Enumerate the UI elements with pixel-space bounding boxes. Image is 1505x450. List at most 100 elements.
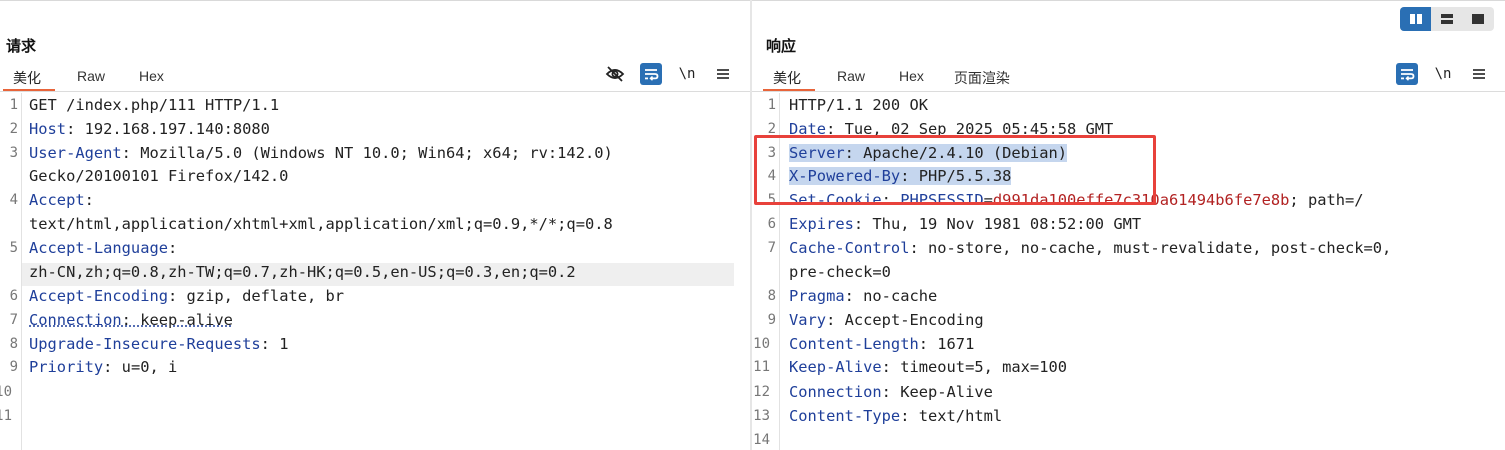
header-name: Content-Length [789, 335, 919, 353]
header-name: Accept-Encoding [29, 287, 168, 305]
header-line: Vary: Accept-Encoding [789, 309, 984, 332]
newline-toggle-icon[interactable]: \n [1432, 63, 1454, 85]
header-name: User-Agent [29, 144, 122, 162]
line-number: 3 [9, 145, 18, 161]
line-number: 8 [9, 336, 18, 352]
header-value: : 1671 [918, 335, 975, 353]
header-name: Upgrade-Insecure-Requests [29, 335, 261, 353]
line-number: 6 [9, 288, 18, 304]
header-line: Upgrade-Insecure-Requests: 1 [29, 333, 288, 356]
request-pane: 请求 美化 Raw Hex \n 1 2 3 4 5 6 7 8 9 10 11… [0, 0, 750, 450]
line-number: 5 [9, 240, 18, 256]
header-line: Host: 192.168.197.140:8080 [29, 118, 270, 141]
line-number: 7 [767, 240, 776, 256]
tab-underline [752, 91, 1505, 92]
header-line: Expires: Thu, 19 Nov 1981 08:52:00 GMT [789, 213, 1141, 236]
request-tabs: 美化 Raw Hex [3, 62, 198, 92]
newline-toggle-icon[interactable]: \n [676, 63, 698, 85]
response-editor[interactable]: 1 2 3 4 5 6 7 8 9 10 11 12 13 14 HTTP/1.… [752, 93, 1505, 450]
header-value: : gzip, deflate, br [168, 287, 345, 305]
request-toolbar: \n [590, 63, 734, 85]
request-title: 请求 [6, 38, 37, 55]
line-number: 13 [753, 408, 770, 424]
status-line: HTTP/1.1 200 OK [789, 96, 928, 114]
header-name: Keep-Alive [789, 358, 882, 376]
header-value-continuation: pre-check=0 [789, 263, 891, 281]
header-name: Cache-Control [789, 239, 910, 257]
header-line: Cache-Control: no-store, no-cache, must-… [789, 237, 1391, 260]
header-name: Accept [29, 191, 85, 209]
header-name: Vary [789, 311, 827, 329]
word-wrap-icon[interactable] [1396, 63, 1418, 85]
header-line: Pragma: no-cache [789, 285, 937, 308]
header-value: : no-store, no-cache, must-revalidate, p… [909, 239, 1392, 257]
tab-pretty[interactable]: 美化 [3, 62, 55, 92]
header-name: Content-Type [789, 407, 901, 425]
header-name: Pragma [789, 287, 845, 305]
line-number: 10 [0, 384, 12, 400]
response-pane: 响应 美化 Raw Hex 页面渲染 \n 1 2 3 4 5 6 7 8 9 … [752, 0, 1505, 450]
line-number: 10 [753, 336, 770, 352]
line-number: 14 [753, 432, 770, 448]
tab-hex[interactable]: Hex [899, 62, 924, 92]
line-number: 7 [9, 312, 18, 328]
header-value: : no-cache [844, 287, 938, 305]
header-value: : u=0, i [103, 358, 178, 376]
header-name: Connection [29, 311, 122, 329]
menu-icon[interactable] [712, 63, 734, 85]
header-value: : [168, 239, 178, 257]
header-name: Accept-Language [29, 239, 168, 257]
header-name: Host [29, 120, 67, 138]
header-line: Priority: u=0, i [29, 356, 177, 379]
header-line: Accept-Encoding: gzip, deflate, br [29, 285, 344, 308]
tab-pretty[interactable]: 美化 [763, 62, 815, 92]
line-number: 9 [767, 312, 776, 328]
header-value: : [84, 191, 94, 209]
line-number: 8 [767, 288, 776, 304]
header-value: : 1 [260, 335, 289, 353]
header-name: Expires [789, 215, 854, 233]
word-wrap-icon[interactable] [640, 63, 662, 85]
header-line: Accept: [29, 189, 94, 212]
line-number: 12 [753, 384, 770, 400]
response-toolbar: \n [1382, 63, 1490, 85]
header-value: : 192.168.197.140:8080 [66, 120, 270, 138]
hide-non-printing-icon[interactable] [604, 63, 626, 85]
header-value: : Mozilla/5.0 (Windows NT 10.0; Win64; x… [121, 144, 613, 162]
header-value: : Accept-Encoding [826, 311, 984, 329]
tab-render[interactable]: 页面渲染 [954, 62, 1010, 92]
tab-raw[interactable]: Raw [837, 62, 865, 92]
line-number: 4 [9, 192, 18, 208]
request-line: GET /index.php/111 HTTP/1.1 [29, 96, 280, 114]
header-value: : keep-alive [121, 311, 233, 329]
line-number: 11 [753, 359, 770, 375]
header-value: : Keep-Alive [881, 383, 993, 401]
tab-underline [0, 91, 750, 92]
header-value: : timeout=5, max=100 [881, 358, 1067, 376]
header-line: Accept-Language: [29, 237, 177, 260]
header-line: Connection: Keep-Alive [789, 381, 993, 404]
header-value: : Thu, 19 Nov 1981 08:52:00 GMT [853, 215, 1142, 233]
tab-raw[interactable]: Raw [77, 62, 105, 92]
header-value-continuation: zh-CN,zh;q=0.8,zh-TW;q=0.7,zh-HK;q=0.5,e… [29, 263, 576, 281]
response-tabs: 美化 Raw Hex 页面渲染 [763, 62, 1044, 92]
line-number: 1 [767, 97, 776, 113]
header-line: Content-Length: 1671 [789, 333, 974, 356]
header-value-continuation: text/html,application/xhtml+xml,applicat… [29, 215, 613, 233]
line-number: 9 [9, 359, 18, 375]
line-number: 11 [0, 408, 12, 424]
header-value: : text/html [900, 407, 1003, 425]
request-editor[interactable]: 1 2 3 4 5 6 7 8 9 10 11 GET /index.php/1… [0, 93, 750, 450]
line-number: 6 [767, 216, 776, 232]
line-number: 2 [9, 121, 18, 137]
response-title: 响应 [766, 38, 797, 55]
menu-icon[interactable] [1468, 63, 1490, 85]
header-line: User-Agent: Mozilla/5.0 (Windows NT 10.0… [29, 142, 613, 165]
header-line: Keep-Alive: timeout=5, max=100 [789, 356, 1067, 379]
annotation-highlight-box [754, 135, 1156, 205]
header-value-continuation: Gecko/20100101 Firefox/142.0 [29, 167, 289, 185]
tab-hex[interactable]: Hex [139, 62, 164, 92]
header-name: Connection [789, 383, 882, 401]
header-name: Priority [29, 358, 104, 376]
line-number: 1 [9, 97, 18, 113]
